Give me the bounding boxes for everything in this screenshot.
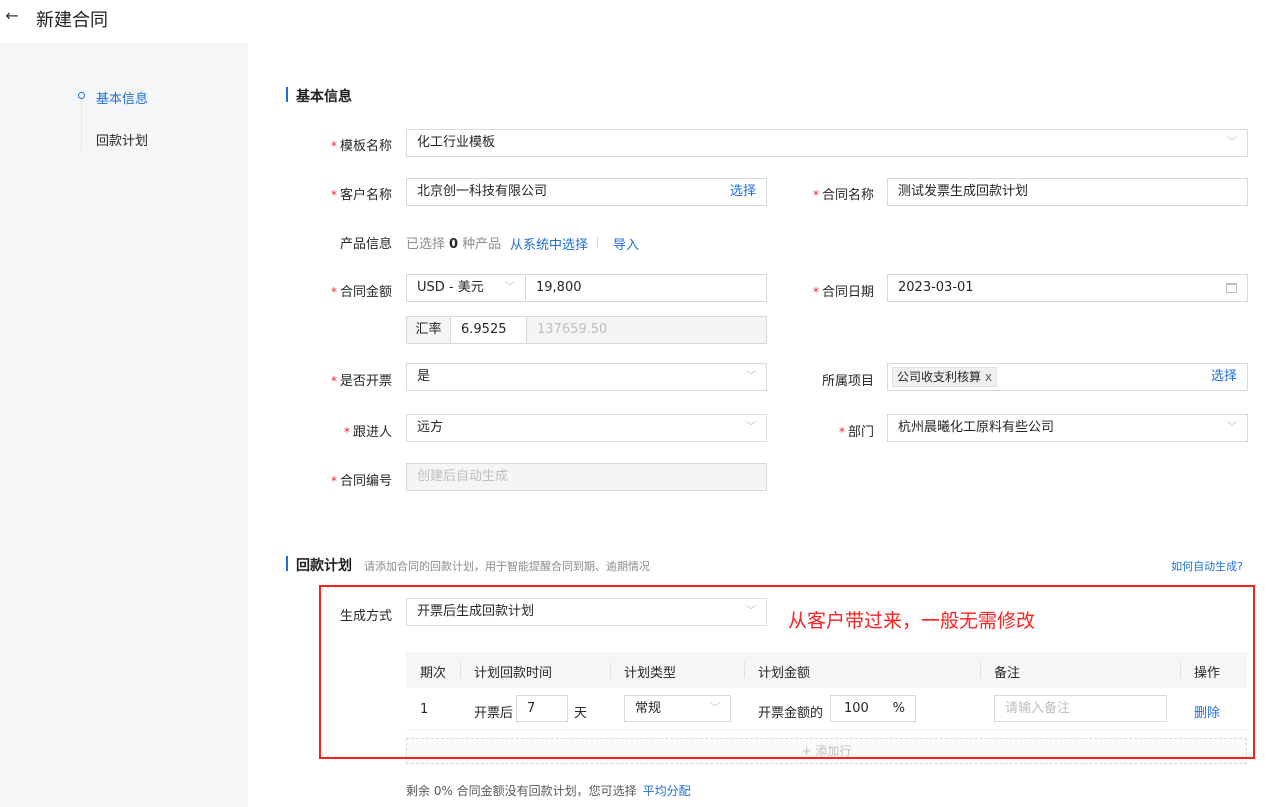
project-field[interactable]: 公司收支利核算 x 选择 xyxy=(887,363,1248,391)
import-link[interactable]: 导入 xyxy=(613,234,639,253)
sidebar-item-basic-info[interactable]: 基本信息 xyxy=(96,88,148,107)
page-title: 新建合同 xyxy=(36,10,108,31)
department-select[interactable]: 杭州晨曦化工原料有些公司 ﹀ xyxy=(887,414,1248,442)
remaining-note: 剩余 0% 合同金额没有回款计划，您可选择 平均分配 xyxy=(406,784,691,798)
customer-select-link[interactable]: 选择 xyxy=(730,179,756,205)
template-select[interactable]: 化工行业模板 ﹀ xyxy=(406,129,1248,157)
project-label: 所属项目 xyxy=(821,374,874,389)
anchor-active-dot-icon xyxy=(78,92,85,99)
contract-name-input[interactable]: 测试发票生成回款计划 xyxy=(887,178,1248,206)
converted-amount: 137659.50 xyxy=(537,322,608,337)
chevron-down-icon: ﹀ xyxy=(1227,137,1237,148)
product-count: 已选择 0 种产品 xyxy=(406,237,502,252)
chevron-down-icon: ﹀ xyxy=(746,422,756,433)
contract-no-input: 创建后自动生成 xyxy=(406,463,767,491)
contract-date-picker[interactable]: 2023-03-01 xyxy=(887,274,1248,302)
contract-name-label: * 合同名称 xyxy=(812,188,874,203)
section-subtitle: 请添加合同的回款计划，用于智能提醒合同到期、逾期情况 xyxy=(364,560,650,573)
rate-input[interactable]: 6.9525 xyxy=(451,317,527,343)
select-from-system-link[interactable]: 从系统中选择 xyxy=(510,234,588,253)
rate-label: 汇率 xyxy=(407,317,451,343)
annotation-text: 从客户带过来，一般无需修改 xyxy=(788,610,1036,632)
chevron-down-icon: ﹀ xyxy=(1227,422,1237,433)
amount-input[interactable]: 19,800 xyxy=(525,274,767,302)
exchange-rate-box: 汇率 6.9525 137659.50 xyxy=(406,316,767,344)
section-title-payment-plan: 回款计划 xyxy=(286,555,352,575)
department-label: * 部门 xyxy=(838,425,874,440)
project-select-link[interactable]: 选择 xyxy=(1211,364,1237,390)
amount-label: * 合同金额 xyxy=(330,285,392,300)
sidebar-item-payment-plan[interactable]: 回款计划 xyxy=(96,130,148,149)
section-title-basic-info: 基本信息 xyxy=(286,86,352,106)
calendar-icon xyxy=(1226,283,1237,293)
invoice-select[interactable]: 是 ﹀ xyxy=(406,363,767,391)
highlight-frame xyxy=(319,585,1255,759)
chevron-down-icon: ﹀ xyxy=(505,282,515,293)
invoice-label: * 是否开票 xyxy=(330,374,392,389)
template-label: * 模板名称 xyxy=(330,139,392,154)
arrow-left-icon[interactable]: ← xyxy=(4,8,20,24)
average-distribute-link[interactable]: 平均分配 xyxy=(643,784,691,798)
follower-select[interactable]: 远方 ﹀ xyxy=(406,414,767,442)
anchor-line xyxy=(81,90,82,150)
contract-date-label: * 合同日期 xyxy=(812,285,874,300)
product-label: 产品信息 xyxy=(339,237,392,252)
contract-no-label: * 合同编号 xyxy=(330,474,392,489)
customer-label: * 客户名称 xyxy=(330,188,392,203)
top-bar: ← 新建合同 xyxy=(0,0,1280,42)
chevron-down-icon: ﹀ xyxy=(746,371,756,382)
project-tag: 公司收支利核算 x xyxy=(892,367,998,387)
sidebar: 基本信息 回款计划 xyxy=(0,42,248,807)
follower-label: * 跟进人 xyxy=(343,425,392,440)
tag-close-icon[interactable]: x xyxy=(985,370,992,384)
divider xyxy=(597,236,598,248)
how-auto-generate-link[interactable]: 如何自动生成? xyxy=(1171,558,1243,574)
currency-select[interactable]: USD - 美元 ﹀ xyxy=(406,274,526,302)
customer-field[interactable]: 北京创一科技有限公司 选择 xyxy=(406,178,767,206)
